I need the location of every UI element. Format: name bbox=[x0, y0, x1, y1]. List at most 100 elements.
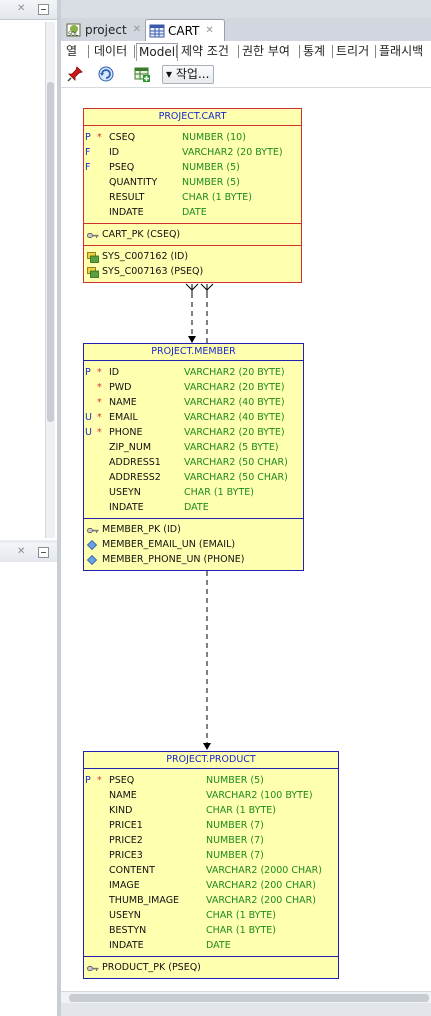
scroll-thumb[interactable] bbox=[69, 994, 429, 1002]
subtab-constraints[interactable]: 제약 조건 bbox=[179, 43, 231, 60]
key-list: PRODUCT_PK (PSEQ) bbox=[84, 956, 338, 978]
subtab-model[interactable]: Model bbox=[136, 43, 179, 61]
foreign-key-list: SYS_C007162 (ID) SYS_C007163 (PSEQ) bbox=[84, 245, 301, 282]
sql-worksheet-icon: SQL bbox=[66, 23, 81, 37]
divider bbox=[375, 45, 376, 58]
column-type: VARCHAR2 (200 CHAR) bbox=[206, 880, 316, 891]
column-row: KIND CHAR (1 BYTE) bbox=[84, 803, 338, 818]
column-row: F PSEQ NUMBER (5) bbox=[84, 160, 301, 175]
pin-icon[interactable] bbox=[66, 65, 84, 83]
close-icon[interactable]: ✕ bbox=[205, 25, 213, 36]
column-type: VARCHAR2 (40 BYTE) bbox=[184, 397, 285, 408]
actions-dropdown[interactable]: ▾ 작업... bbox=[162, 65, 215, 84]
column-name: PRICE3 bbox=[109, 850, 143, 861]
column-name: ZIP_NUM bbox=[109, 442, 152, 453]
subtab-triggers[interactable]: 트리거 bbox=[334, 43, 371, 60]
column-type: CHAR (1 BYTE) bbox=[184, 487, 254, 498]
column-name: ADDRESS1 bbox=[109, 457, 161, 468]
subtab-data[interactable]: 데이터 bbox=[92, 43, 129, 60]
editor-tabbar: SQL project ✕ CART ✕ bbox=[61, 18, 431, 41]
key-icon bbox=[87, 963, 99, 978]
tab-project[interactable]: SQL project ✕ bbox=[63, 19, 141, 40]
column-name: INDATE bbox=[109, 940, 144, 951]
column-type: VARCHAR2 (100 BYTE) bbox=[206, 790, 313, 801]
column-type: NUMBER (7) bbox=[206, 835, 264, 846]
entity-member[interactable]: PROJECT.MEMBER P * ID VARCHAR2 (20 BYTE) * PW… bbox=[83, 343, 304, 571]
foreign-key-icon bbox=[87, 267, 99, 283]
unique-key-icon bbox=[86, 554, 98, 570]
navigator-scrollbar[interactable] bbox=[45, 22, 55, 538]
column-name: RESULT bbox=[109, 192, 145, 203]
constraint-row: MEMBER_PHONE_UN (PHONE) bbox=[84, 552, 303, 567]
refresh-icon[interactable] bbox=[97, 65, 115, 83]
minimize-icon[interactable] bbox=[38, 4, 49, 15]
minimize-icon[interactable] bbox=[38, 547, 49, 558]
constraint-label: MEMBER_EMAIL_UN (EMAIL) bbox=[102, 539, 236, 550]
key-marker: P bbox=[85, 775, 91, 786]
mandatory-marker: * bbox=[97, 397, 102, 408]
entity-title: PROJECT.CART bbox=[84, 109, 301, 126]
column-row: ADDRESS1 VARCHAR2 (50 CHAR) bbox=[84, 455, 303, 470]
column-row: USEYN CHAR (1 BYTE) bbox=[84, 908, 338, 923]
column-row: INDATE DATE bbox=[84, 500, 303, 515]
column-type: CHAR (1 BYTE) bbox=[206, 925, 276, 936]
subtab-statistics[interactable]: 통계 bbox=[301, 43, 327, 60]
constraint-label: SYS_C007162 (ID) bbox=[102, 251, 189, 262]
table-grid-icon bbox=[149, 24, 165, 37]
column-list: P * PSEQ NUMBER (5) NAME VARCHAR2 (100 BYTE) K… bbox=[84, 769, 338, 956]
key-list: CART_PK (CSEQ) bbox=[84, 223, 301, 245]
column-name: PRICE2 bbox=[109, 835, 143, 846]
column-row: CONTENT VARCHAR2 (2000 CHAR) bbox=[84, 863, 338, 878]
column-row: PRICE1 NUMBER (7) bbox=[84, 818, 338, 833]
key-marker: U bbox=[85, 427, 92, 438]
model-toolbar: ▾ 작업... bbox=[61, 62, 431, 88]
scroll-thumb[interactable] bbox=[47, 82, 54, 422]
column-row: INDATE DATE bbox=[84, 938, 338, 953]
column-row: USEYN CHAR (1 BYTE) bbox=[84, 485, 303, 500]
column-row: NAME VARCHAR2 (100 BYTE) bbox=[84, 788, 338, 803]
constraint-row: PRODUCT_PK (PSEQ) bbox=[84, 960, 338, 975]
column-row: BESTYN CHAR (1 BYTE) bbox=[84, 923, 338, 938]
arrow-head bbox=[203, 743, 211, 750]
mandatory-marker: * bbox=[97, 382, 102, 393]
column-row: PRICE2 NUMBER (7) bbox=[84, 833, 338, 848]
tab-cart[interactable]: CART ✕ bbox=[145, 19, 225, 41]
subtab-columns[interactable]: 열 bbox=[64, 43, 79, 60]
constraint-row: MEMBER_EMAIL_UN (EMAIL) bbox=[84, 537, 303, 552]
constraint-row: CART_PK (CSEQ) bbox=[84, 227, 301, 242]
object-subtabs: 열 데이터 Model 제약 조건 권한 부여 통계 트리거 플래시백 bbox=[61, 41, 431, 63]
navigator-header: ✕ bbox=[0, 0, 57, 20]
column-name: THUMB_IMAGE bbox=[109, 895, 180, 906]
column-name: NAME bbox=[109, 397, 137, 408]
navigator-pane: ✕ ✕ bbox=[0, 0, 58, 1016]
column-type: VARCHAR2 (20 BYTE) bbox=[184, 382, 285, 393]
subtab-flashback[interactable]: 플래시백 bbox=[377, 43, 425, 60]
column-type: VARCHAR2 (20 BYTE) bbox=[184, 427, 285, 438]
column-row: * NAME VARCHAR2 (40 BYTE) bbox=[84, 395, 303, 410]
close-icon[interactable]: ✕ bbox=[133, 24, 141, 35]
chevron-down-icon: ▾ bbox=[166, 67, 173, 81]
structure-pane[interactable] bbox=[0, 562, 58, 1016]
column-type: DATE bbox=[182, 207, 207, 218]
add-table-icon[interactable] bbox=[133, 65, 151, 83]
column-type: NUMBER (7) bbox=[206, 820, 264, 831]
column-row: PRICE3 NUMBER (7) bbox=[84, 848, 338, 863]
close-icon[interactable]: ✕ bbox=[17, 3, 25, 14]
column-row: P * CSEQ NUMBER (10) bbox=[84, 130, 301, 145]
entity-product[interactable]: PROJECT.PRODUCT P * PSEQ NUMBER (5) NAME VARC… bbox=[83, 751, 339, 979]
column-row: P * ID VARCHAR2 (20 BYTE) bbox=[84, 365, 303, 380]
column-name: ID bbox=[109, 367, 120, 378]
column-type: DATE bbox=[184, 502, 209, 513]
constraint-label: SYS_C007163 (PSEQ) bbox=[102, 266, 204, 277]
constraint-label: PRODUCT_PK (PSEQ) bbox=[102, 962, 201, 973]
close-icon[interactable]: ✕ bbox=[17, 546, 25, 557]
column-name: QUANTITY bbox=[109, 177, 158, 188]
column-type: DATE bbox=[206, 940, 231, 951]
entity-cart[interactable]: PROJECT.CART P * CSEQ NUMBER (10) F ID VARCHAR… bbox=[83, 108, 302, 283]
column-name: CONTENT bbox=[109, 865, 155, 876]
constraint-row: SYS_C007162 (ID) bbox=[84, 249, 301, 264]
column-row: RESULT CHAR (1 BYTE) bbox=[84, 190, 301, 205]
constraint-label: MEMBER_PK (ID) bbox=[102, 524, 181, 535]
column-row: * PWD VARCHAR2 (20 BYTE) bbox=[84, 380, 303, 395]
subtab-grants[interactable]: 권한 부여 bbox=[240, 43, 292, 60]
